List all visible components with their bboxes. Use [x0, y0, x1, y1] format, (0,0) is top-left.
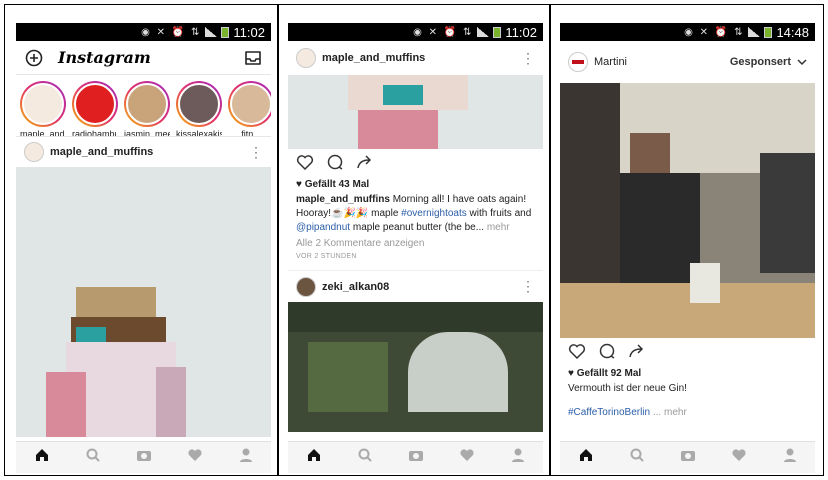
mention-link[interactable]: @pipandnut [296, 222, 350, 233]
profile-icon[interactable] [782, 447, 798, 468]
story-name: radiohamburg [72, 129, 118, 137]
story-item[interactable]: kissalexakiss [176, 81, 222, 136]
home-icon[interactable] [306, 447, 322, 468]
post-caption: maple_and_muffins Morning all! I have oa… [296, 194, 532, 233]
post-image[interactable] [288, 302, 543, 432]
story-name: kissalexakiss [176, 129, 222, 137]
story-item[interactable]: jasmin_meere [124, 81, 170, 136]
post-caption: Vermouth ist der neue Gin! [568, 383, 687, 394]
camera-icon[interactable] [680, 447, 696, 468]
stories-bar: maple_and_... radiohamburg jasmin_meere … [16, 75, 271, 137]
story-item[interactable]: fitn... [228, 81, 271, 136]
heart-icon[interactable] [459, 447, 475, 468]
more-options-icon[interactable]: ⋮ [521, 50, 535, 67]
battery-icon [221, 26, 230, 38]
profile-icon[interactable] [510, 447, 526, 468]
post-actions [560, 338, 815, 368]
likes-count[interactable]: ♥ Gefällt 43 Mal [288, 179, 543, 190]
avatar[interactable] [296, 48, 316, 68]
share-icon[interactable] [356, 154, 374, 175]
more-link[interactable]: ... mehr [650, 407, 687, 418]
post-image[interactable] [16, 167, 271, 437]
avatar[interactable] [296, 276, 316, 297]
avatar[interactable] [24, 142, 44, 162]
post-username[interactable]: maple_and_muffins [50, 146, 243, 158]
phone-screen-1: ◉ ✕ ⏰ ⇅ 11:02 Instagram maple_and_... ra… [16, 23, 271, 473]
signal-icon [748, 27, 761, 37]
post-hashtags: #CaffeTorinoBerlin ... mehr [560, 396, 815, 420]
profile-icon[interactable] [238, 447, 254, 468]
battery-icon [493, 26, 502, 38]
battery-icon [764, 26, 773, 38]
post-header: Martini Gesponsert [560, 41, 815, 83]
screenshot-panel-1: ◉ ✕ ⏰ ⇅ 11:02 Instagram maple_and_... ra… [4, 4, 278, 476]
status-bar: ◉ ✕ ⏰ ⇅ 11:02 [288, 23, 543, 41]
post-username[interactable]: zeki_alkan08 [322, 281, 515, 293]
post-header: maple_and_muffins ⋮ [16, 137, 271, 167]
signal-icon [205, 27, 218, 37]
caption-emoji: ☕🎉🎉 [331, 208, 369, 219]
heart-icon[interactable] [187, 447, 203, 468]
screenshot-panel-2: ◉ ✕ ⏰ ⇅ 11:02 maple_and_muffins ⋮ ♥ Gefä… [278, 4, 550, 476]
post-image[interactable] [288, 75, 543, 149]
bottom-nav [16, 441, 271, 473]
camera-icon[interactable] [136, 447, 152, 468]
post-header: zeki_alkan08 ⋮ [288, 270, 543, 302]
story-name: maple_and_... [20, 129, 66, 137]
search-icon[interactable] [85, 447, 101, 468]
camera-plus-icon[interactable] [24, 48, 44, 68]
more-options-icon[interactable]: ⋮ [249, 144, 263, 161]
share-icon[interactable] [628, 343, 646, 364]
post-header: maple_and_muffins ⋮ [288, 41, 543, 75]
inbox-icon[interactable] [243, 48, 263, 68]
avatar[interactable] [568, 52, 588, 72]
app-logo: Instagram [58, 48, 151, 67]
likes-count[interactable]: ♥ Gefällt 92 Mal [560, 368, 815, 379]
story-name: jasmin_meere [124, 129, 170, 137]
view-comments-link[interactable]: Alle 2 Kommentare anzeigen [288, 235, 543, 249]
story-item[interactable]: maple_and_... [20, 81, 66, 136]
post-username[interactable]: maple_and_muffins [322, 52, 515, 64]
heart-icon[interactable] [296, 154, 314, 175]
app-header: Instagram [16, 41, 271, 75]
story-name: fitn... [241, 129, 261, 137]
home-icon[interactable] [578, 447, 594, 468]
home-icon[interactable] [34, 447, 50, 468]
comment-icon[interactable] [598, 343, 616, 364]
heart-icon[interactable] [568, 343, 586, 364]
hashtag-link[interactable]: #CaffeTorinoBerlin [568, 407, 650, 418]
status-time: 11:02 [505, 24, 537, 40]
caption-username[interactable]: maple_and_muffins [296, 194, 390, 205]
status-time: 14:48 [776, 24, 809, 40]
more-link[interactable]: mehr [484, 222, 510, 233]
status-time: 11:02 [233, 24, 265, 40]
post-timestamp: VOR 2 STUNDEN [296, 253, 357, 260]
more-options-icon[interactable]: ⋮ [521, 278, 535, 295]
status-bar: ◉ ✕ ⏰ ⇅ 14:48 [560, 23, 815, 41]
search-icon[interactable] [629, 447, 645, 468]
heart-icon[interactable] [731, 447, 747, 468]
signal-icon [477, 27, 490, 37]
post-username[interactable]: Martini [594, 56, 724, 68]
hashtag-link[interactable]: #overnightoats [401, 208, 467, 219]
bottom-nav [560, 441, 815, 473]
bottom-nav [288, 441, 543, 473]
status-bar: ◉ ✕ ⏰ ⇅ 11:02 [16, 23, 271, 41]
post-image[interactable] [560, 83, 815, 338]
phone-screen-2: ◉ ✕ ⏰ ⇅ 11:02 maple_and_muffins ⋮ ♥ Gefä… [288, 23, 543, 473]
sponsored-label[interactable]: Gesponsert [730, 56, 791, 68]
screenshot-panel-3: ◉ ✕ ⏰ ⇅ 14:48 Martini Gesponsert ♥ Gefäl… [550, 4, 824, 476]
status-icons: ◉ ✕ ⏰ ⇅ [141, 26, 202, 38]
search-icon[interactable] [357, 447, 373, 468]
camera-icon[interactable] [408, 447, 424, 468]
status-icons: ◉ ✕ ⏰ ⇅ [413, 26, 474, 38]
story-item[interactable]: radiohamburg [72, 81, 118, 136]
phone-screen-3: ◉ ✕ ⏰ ⇅ 14:48 Martini Gesponsert ♥ Gefäl… [560, 23, 815, 473]
status-icons: ◉ ✕ ⏰ ⇅ [684, 26, 745, 38]
post-actions [288, 149, 543, 179]
comment-icon[interactable] [326, 154, 344, 175]
chevron-down-icon[interactable] [797, 53, 807, 71]
